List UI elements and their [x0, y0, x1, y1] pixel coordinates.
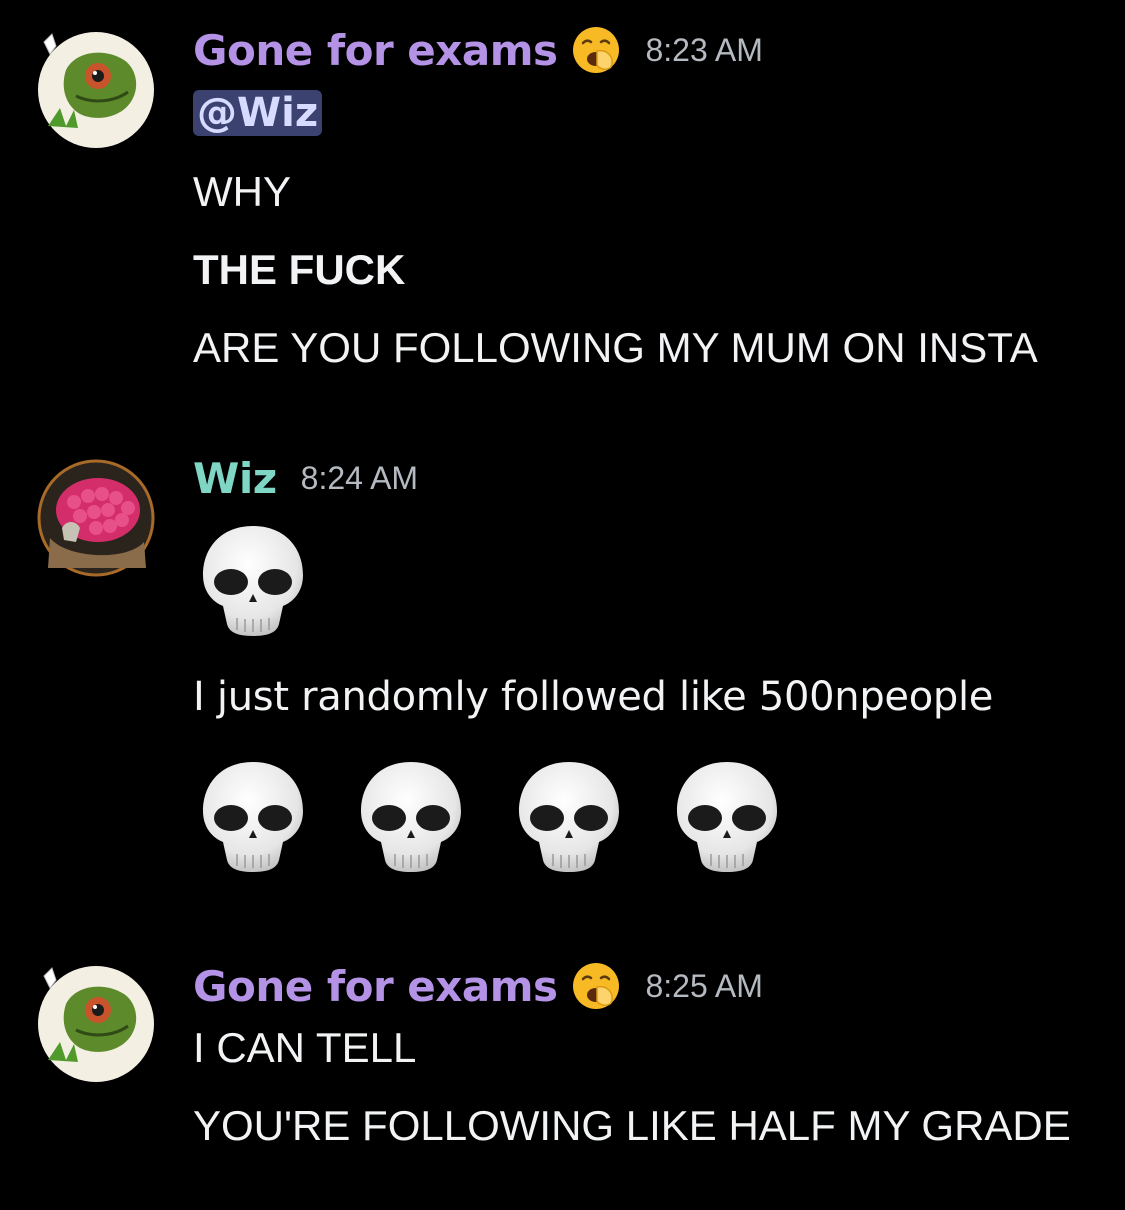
raspberry-avatar-icon — [36, 458, 156, 578]
message-header: Wiz 8:24 AM — [193, 450, 418, 506]
timestamp: 8:24 AM — [300, 459, 419, 496]
username[interactable]: Gone for exams — [193, 26, 558, 75]
timestamp: 8:25 AM — [645, 967, 763, 1004]
message-line: WHY — [193, 168, 291, 215]
timestamp: 8:23 AM — [645, 31, 763, 68]
username[interactable]: Wiz — [193, 454, 277, 503]
emoji-row — [193, 756, 787, 876]
yawning-face-icon — [571, 961, 621, 1011]
message-header: Gone for exams 8:23 AM — [193, 22, 763, 78]
frog-avatar-icon — [36, 964, 156, 1084]
message-line: I just randomly followed like 500npeople — [193, 674, 994, 720]
emoji-row — [193, 520, 313, 640]
avatar[interactable] — [36, 458, 156, 578]
frog-avatar-icon — [36, 30, 156, 150]
avatar[interactable] — [36, 964, 156, 1084]
skull-emoji-icon — [351, 756, 471, 876]
message-line: I CAN TELL — [193, 1024, 417, 1071]
username[interactable]: Gone for exams — [193, 962, 558, 1011]
skull-emoji-icon — [667, 756, 787, 876]
yawning-face-icon — [571, 25, 621, 75]
skull-emoji-icon — [509, 756, 629, 876]
skull-emoji-icon — [193, 756, 313, 876]
message-line: YOU'RE FOLLOWING LIKE HALF MY GRADE — [193, 1102, 1071, 1149]
message-line: ARE YOU FOLLOWING MY MUM ON INSTA — [193, 324, 1038, 371]
avatar[interactable] — [36, 30, 156, 150]
message-line: THE FUCK — [193, 246, 406, 293]
message-line: @Wiz — [193, 88, 323, 136]
message-header: Gone for exams 8:25 AM — [193, 958, 763, 1014]
user-mention[interactable]: @Wiz — [193, 90, 323, 136]
skull-emoji-icon — [193, 520, 313, 640]
